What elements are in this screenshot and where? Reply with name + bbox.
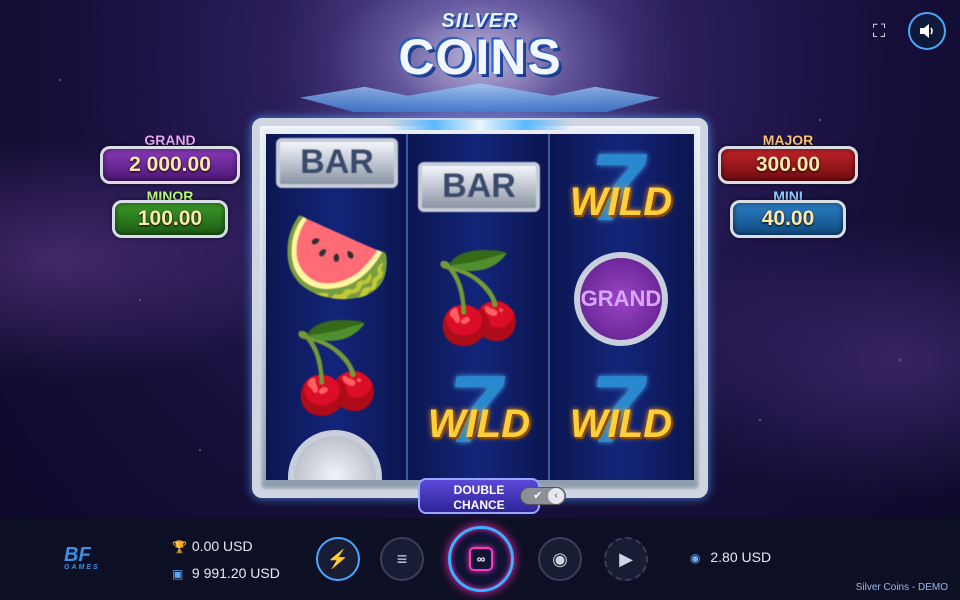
lightning-icon: ⚡ <box>326 549 350 569</box>
check-icon: ✔ <box>533 490 543 502</box>
frame-top-light <box>388 120 572 130</box>
reel-3: 7 WILD GRAND 7 WILD <box>550 134 692 480</box>
turbo-button[interactable]: ⚡ <box>316 537 360 581</box>
bf-sub: GAMES <box>64 564 100 571</box>
game-title-footer: Silver Coins - DEMO <box>855 582 948 593</box>
toggle-knob: ‹ <box>548 488 564 504</box>
menu-icon: ≡ <box>396 549 408 569</box>
win-display: 🏆 0.00 USD <box>172 538 253 554</box>
autoplay-button[interactable]: ▶ <box>604 537 648 581</box>
coin-symbol-partial <box>288 430 382 480</box>
fullscreen-icon[interactable]: ⛶ <box>868 20 890 42</box>
play-icon: ▶ <box>619 549 633 569</box>
bf-games-logo: BF GAMES <box>64 544 116 572</box>
sound-button[interactable] <box>908 12 946 50</box>
spin-button[interactable]: ∞ <box>448 526 514 592</box>
bar-symbol: BAR <box>276 138 398 188</box>
win-value: 0.00 USD <box>191 538 253 554</box>
watermelon-symbol: 🍉 <box>280 208 394 308</box>
bet-value: 2.80 USD <box>710 549 772 565</box>
balance-display: ▣ 9 991.20 USD <box>172 565 280 581</box>
coin-stack-icon: ◉ <box>690 551 701 565</box>
reel-2: BAR 🍒 7 WILD <box>408 134 550 480</box>
trophy-icon: 🏆 <box>172 540 187 554</box>
cherry-symbol: 🍒 <box>425 250 533 346</box>
grand-jackpot-value: 2 000.00 <box>100 146 240 184</box>
bet-display: ◉ 2.80 USD <box>690 549 771 565</box>
grand-coin-symbol: GRAND <box>574 252 668 346</box>
bf-mark: BF <box>64 544 91 566</box>
reel-1: BAR 🍉 🍒 <box>266 134 408 480</box>
wild-symbol: 7 WILD <box>560 138 682 242</box>
major-jackpot-value: 300.00 <box>718 146 858 184</box>
mini-jackpot-value: 40.00 <box>730 200 846 238</box>
game-logo: SILVER COINS <box>380 10 580 110</box>
wallet-icon: ▣ <box>172 567 184 581</box>
wild-symbol: 7 WILD <box>418 360 540 464</box>
bar-symbol: BAR <box>418 162 540 212</box>
coin-stack-icon: ◉ <box>552 549 568 569</box>
double-chance-toggle[interactable]: ✔ ‹ <box>520 487 566 505</box>
reels-area: BAR 🍉 🍒 BAR 🍒 7 WILD 7 WILD GRAND 7 WILD <box>266 134 694 480</box>
cherry-symbol: 🍒 <box>283 320 391 416</box>
wild-text: WILD <box>569 402 673 446</box>
menu-button[interactable]: ≡ <box>380 537 424 581</box>
wild-text: WILD <box>569 180 673 224</box>
minor-jackpot-value: 100.00 <box>112 200 228 238</box>
wild-text: WILD <box>427 402 531 446</box>
balance-value: 9 991.20 USD <box>191 565 280 581</box>
infinity-icon: ∞ <box>469 547 493 571</box>
speaker-icon <box>920 24 933 38</box>
wild-symbol: 7 WILD <box>560 360 682 464</box>
logo-line-coins: COINS <box>398 29 562 85</box>
bet-select-button[interactable]: ◉ <box>538 537 582 581</box>
